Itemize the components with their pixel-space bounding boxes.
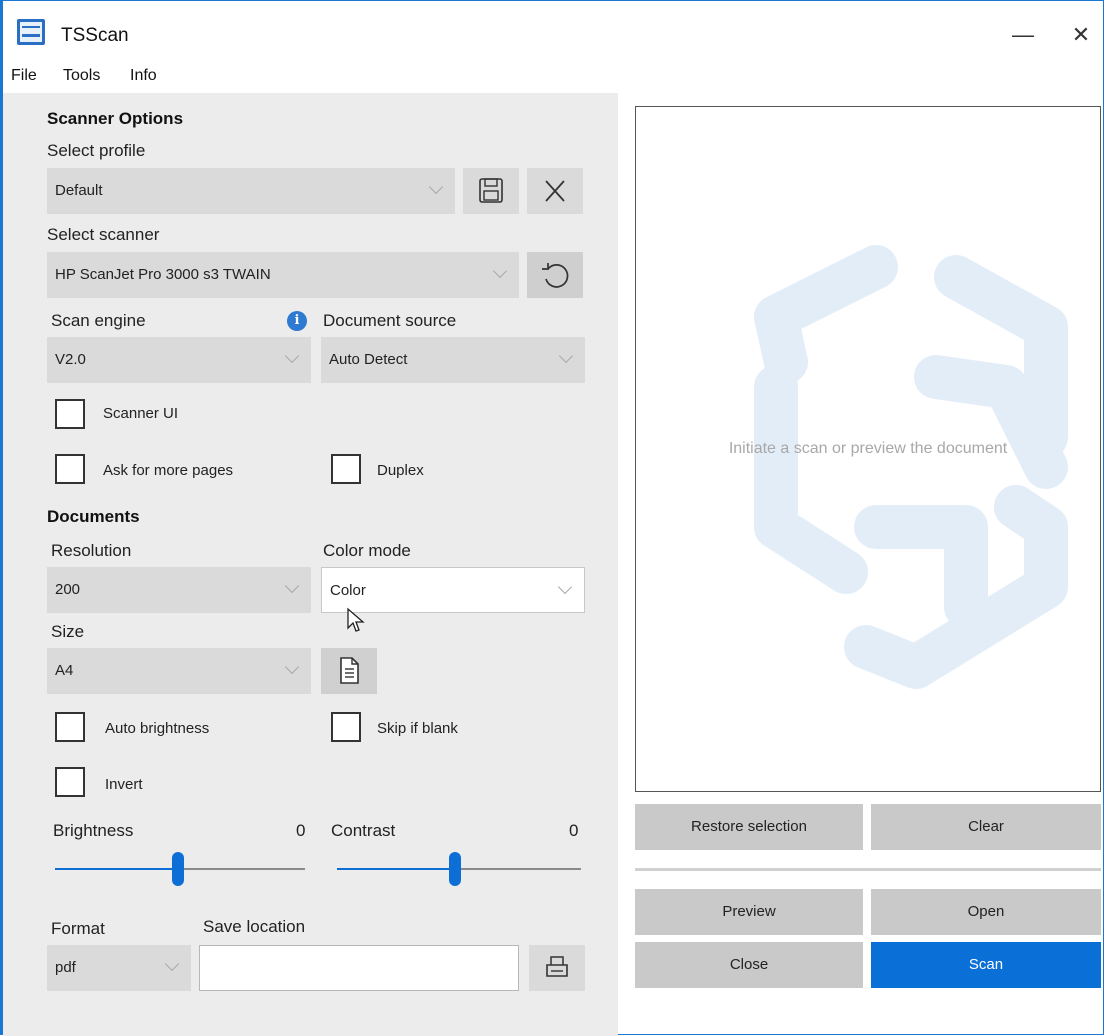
document-icon [340,657,359,684]
contrast-value: 0 [569,821,579,840]
duplex-label: Duplex [377,462,424,479]
delete-profile-button[interactable] [527,168,583,214]
window-title: TSScan [61,25,129,46]
format-value: pdf [55,959,76,976]
size-select[interactable]: A4 [47,648,311,694]
minimize-button[interactable]: — [1003,17,1043,53]
profile-select[interactable]: Default [47,168,455,214]
skip-if-blank-label: Skip if blank [377,720,458,737]
scan-preview-area[interactable]: Initiate a scan or preview the document [635,106,1101,792]
refresh-icon [542,263,569,288]
menu-tools[interactable]: Tools [63,67,100,85]
info-icon[interactable]: i [287,311,307,331]
size-label: Size [51,622,85,641]
printer-icon [546,956,568,977]
chevron-down-icon [557,579,573,595]
save-icon [479,178,503,203]
size-value: A4 [55,662,74,679]
scanner-app-icon [17,19,45,45]
browse-save-location-button[interactable] [529,945,585,991]
menu-bar: File Tools Info [3,63,1103,93]
slider-track [177,868,305,870]
select-scanner-label: Select scanner [47,225,160,244]
profile-select-value: Default [55,182,103,199]
resolution-label: Resolution [51,541,132,560]
slider-track [455,868,581,870]
brightness-slider-thumb[interactable] [172,852,184,886]
color-mode-value: Color [330,582,366,599]
resolution-select[interactable]: 200 [47,567,311,613]
preview-button[interactable]: Preview [635,889,863,935]
close-icon [545,180,565,202]
chevron-down-icon [284,578,300,594]
chevron-down-icon [428,179,444,195]
resolution-value: 200 [55,581,81,598]
invert-label: Invert [105,776,143,793]
clear-button[interactable]: Clear [871,804,1101,850]
document-source-select[interactable]: Auto Detect [321,337,585,383]
preview-placeholder: Initiate a scan or preview the document [728,440,1008,457]
save-profile-button[interactable] [463,168,519,214]
tsscan-window: TSScan — ✕ File Tools Info Scanner Optio… [0,0,1104,1036]
documents-heading: Documents [47,507,140,526]
restore-selection-button[interactable]: Restore selection [635,804,863,850]
auto-brightness-checkbox[interactable] [55,712,85,742]
page-size-button[interactable] [321,648,377,694]
auto-brightness-label: Auto brightness [105,720,210,737]
mouse-cursor-icon [347,607,365,632]
brightness-value: 0 [296,821,306,840]
open-button[interactable]: Open [871,889,1101,935]
document-source-value: Auto Detect [329,351,408,368]
skip-if-blank-checkbox[interactable] [331,712,361,742]
scanner-select[interactable]: HP ScanJet Pro 3000 s3 TWAIN [47,252,519,298]
scan-engine-value: V2.0 [55,351,86,368]
color-mode-label: Color mode [323,541,411,560]
menu-info[interactable]: Info [130,67,157,85]
ask-more-pages-label: Ask for more pages [103,462,234,479]
menu-file[interactable]: File [11,67,37,85]
refresh-scanners-button[interactable] [527,252,583,298]
format-label: Format [51,919,105,938]
scan-engine-label: Scan engine [51,311,146,330]
scan-engine-select[interactable]: V2.0 [47,337,311,383]
contrast-slider-thumb[interactable] [449,852,461,886]
select-profile-label: Select profile [47,141,146,160]
contrast-label: Contrast [331,821,396,840]
chevron-down-icon [284,348,300,364]
chevron-down-icon [558,348,574,364]
scanner-options-heading: Scanner Options [47,109,184,128]
chevron-down-icon [492,263,508,279]
scanner-select-value: HP ScanJet Pro 3000 s3 TWAIN [55,266,271,283]
scanner-ui-checkbox[interactable] [55,399,85,429]
close-window-button[interactable]: ✕ [1061,17,1101,53]
scanner-ui-label: Scanner UI [103,405,179,422]
scan-button[interactable]: Scan [871,942,1101,988]
duplex-checkbox[interactable] [331,454,361,484]
format-select[interactable]: pdf [47,945,191,991]
slider-fill [337,868,455,870]
close-button[interactable]: Close [635,942,863,988]
invert-checkbox[interactable] [55,767,85,797]
save-location-input[interactable] [199,945,519,991]
document-source-label: Document source [323,311,457,330]
divider [635,868,1101,871]
title-bar: TSScan — ✕ [3,1,1103,63]
slider-fill [55,868,177,870]
brightness-label: Brightness [53,821,134,840]
chevron-down-icon [164,956,180,972]
ask-more-pages-checkbox[interactable] [55,454,85,484]
chevron-down-icon [284,659,300,675]
save-location-label: Save location [203,917,306,936]
